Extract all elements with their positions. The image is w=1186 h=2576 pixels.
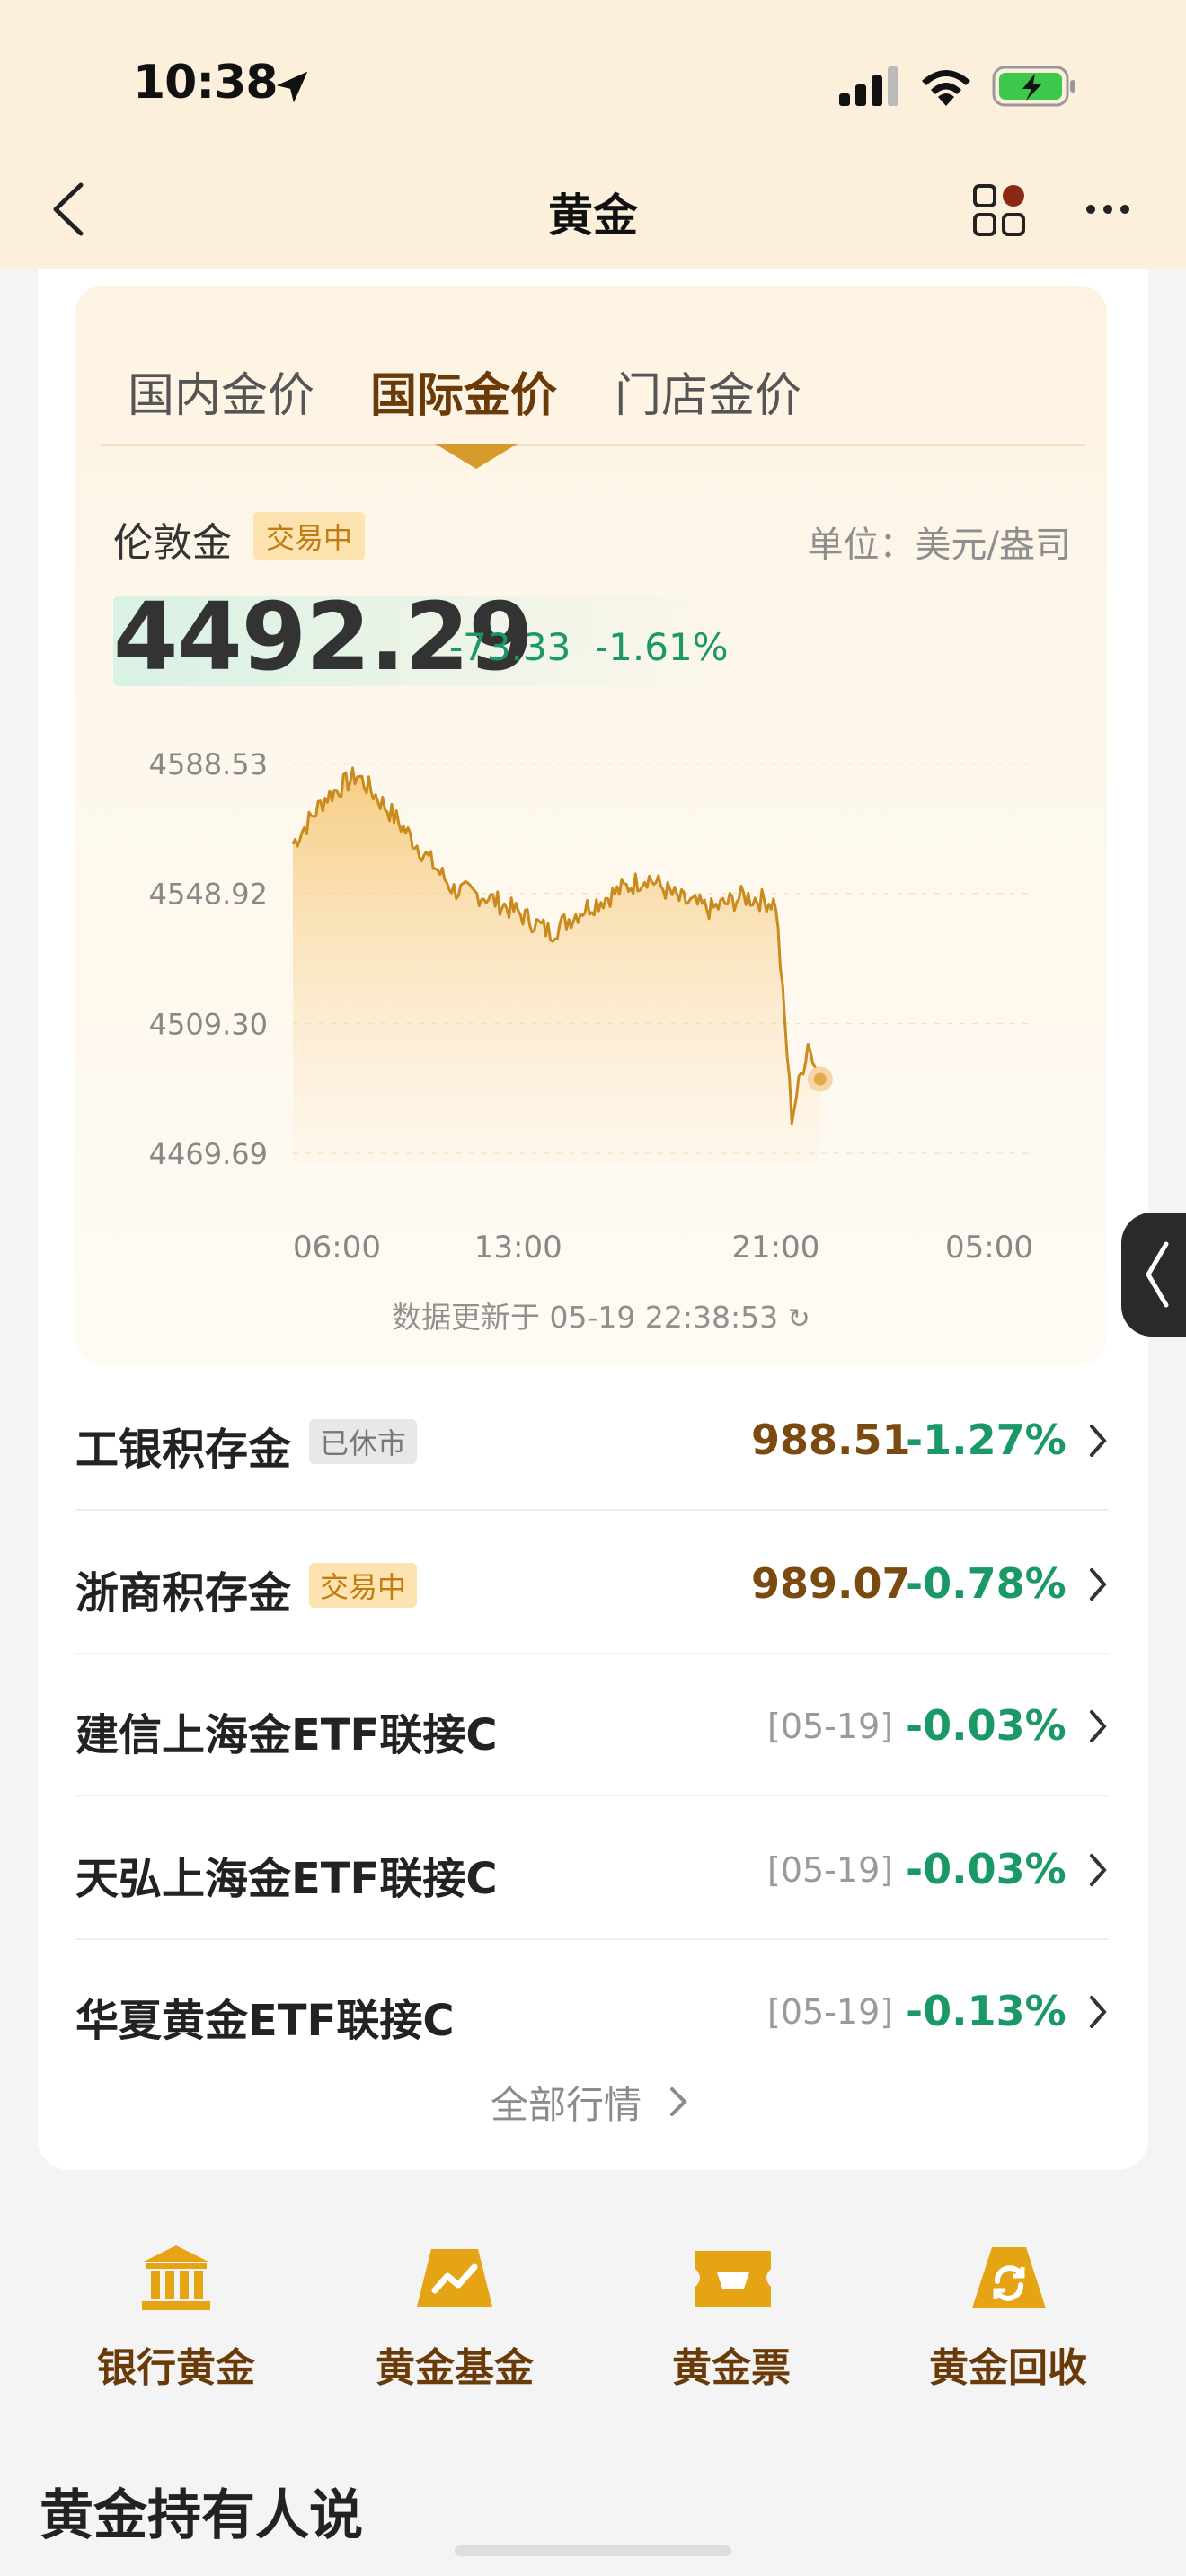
wifi-icon [922, 70, 970, 106]
product-name: 华夏黄金ETF联接C [75, 1996, 455, 2046]
product-row[interactable]: 华夏黄金ETF联接C [05-19] -0.13% [75, 1940, 1109, 2082]
row-divider [75, 1795, 1109, 1796]
x-tick-label: 05:00 [945, 1230, 1033, 1266]
recycle-icon[interactable] [969, 2240, 1049, 2316]
y-tick-label: 4548.92 [149, 878, 268, 912]
cellular-signal-icon [839, 66, 898, 106]
product-date: [05-19] [767, 1850, 894, 1890]
bank-icon[interactable] [138, 2240, 214, 2316]
status-badge: 交易中 [253, 512, 366, 560]
x-tick-label: 21:00 [731, 1230, 819, 1266]
y-tick-label: 4588.53 [149, 747, 268, 781]
all-market-link[interactable]: 全部行情 [491, 2075, 642, 2130]
product-date: [05-19] [767, 1992, 894, 2032]
refresh-icon[interactable]: ↻ [788, 1303, 810, 1335]
product-name: 浙商积存金 [75, 1568, 292, 1619]
update-time: 数据更新于 05-19 22:38:53 ↻ [392, 1293, 810, 1337]
chevron-right-icon[interactable] [1087, 1423, 1109, 1459]
side-drawer-handle[interactable] [1121, 1213, 1186, 1337]
chevron-right-icon[interactable] [1087, 1566, 1109, 1602]
product-row[interactable]: 浙商积存金 交易中 989.07 -0.78% [75, 1513, 1109, 1654]
update-time-text: 数据更新于 05-19 22:38:53 [392, 1300, 779, 1335]
product-change-percent: -0.78% [906, 1559, 1067, 1608]
ticket-icon[interactable] [692, 2240, 774, 2316]
unit-label: 单位：美元/盎司 [807, 525, 1071, 566]
product-status-badge: 已休市 [309, 1419, 418, 1464]
shortcut-bank-gold[interactable]: 银行黄金 [68, 2335, 284, 2393]
product-name: 工银积存金 [75, 1425, 292, 1475]
quote-name: 伦敦金 [113, 520, 232, 566]
shortcut-gold-fund[interactable]: 黄金基金 [347, 2335, 562, 2393]
status-time: 10:38 [133, 56, 279, 110]
product-row[interactable]: 建信上海金ETF联接C [05-19] -0.03% [75, 1654, 1109, 1796]
product-change-percent: -0.13% [906, 1987, 1067, 2035]
product-row[interactable]: 工银积存金 已休市 988.51 -1.27% [75, 1369, 1109, 1511]
home-indicator [455, 2545, 731, 2556]
product-date: [05-19] [767, 1707, 894, 1746]
row-divider [75, 1509, 1109, 1511]
section-title-holders: 黄金持有人说 [40, 2484, 363, 2547]
chevron-right-icon[interactable] [1087, 1994, 1109, 2030]
tab-domestic-gold[interactable]: 国内金价 [128, 357, 314, 425]
fund-chart-icon[interactable] [413, 2240, 496, 2316]
product-change-percent: -0.03% [906, 1701, 1067, 1750]
x-tick-label: 13:00 [474, 1230, 562, 1266]
y-tick-label: 4509.30 [149, 1007, 268, 1041]
more-options-icon[interactable] [1085, 203, 1130, 216]
product-price: 988.51 [751, 1416, 911, 1464]
apps-grid-icon[interactable] [972, 183, 1028, 239]
product-change-percent: -0.03% [906, 1845, 1067, 1893]
back-chevron-icon[interactable] [49, 181, 86, 237]
battery-charging-icon [992, 66, 1075, 107]
tab-international-gold[interactable]: 国际金价 [370, 357, 557, 425]
product-name: 建信上海金ETF联接C [75, 1710, 498, 1760]
chevron-left-icon [1146, 1241, 1169, 1308]
y-tick-label: 4469.69 [149, 1137, 268, 1171]
price-change: -73.33 [449, 625, 571, 669]
page-title: 黄金 [548, 190, 638, 242]
location-arrow-icon [276, 71, 308, 103]
chevron-right-icon[interactable] [668, 2086, 688, 2118]
x-tick-label: 06:00 [293, 1230, 381, 1266]
product-status-badge: 交易中 [309, 1563, 418, 1608]
tab-divider [101, 444, 1085, 446]
tab-store-gold[interactable]: 门店金价 [615, 357, 801, 425]
tab-active-indicator [435, 444, 518, 469]
product-price: 989.07 [751, 1559, 911, 1608]
product-name: 天弘上海金ETF联接C [75, 1854, 498, 1904]
price-change-percent: -1.61% [595, 625, 729, 669]
chevron-right-icon[interactable] [1087, 1852, 1109, 1888]
price-area [293, 767, 820, 1162]
shortcut-gold-recycle[interactable]: 黄金回收 [900, 2335, 1116, 2393]
latest-point [813, 1072, 827, 1086]
gold-price-chart[interactable]: 4588.53 4548.92 4509.30 4469.69 06:00 13:00 2… [135, 728, 1060, 1320]
shortcut-gold-ticket[interactable]: 黄金票 [624, 2335, 839, 2393]
product-row[interactable]: 天弘上海金ETF联接C [05-19] -0.03% [75, 1798, 1109, 1940]
chevron-right-icon[interactable] [1087, 1708, 1109, 1744]
product-change-percent: -1.27% [906, 1416, 1067, 1464]
